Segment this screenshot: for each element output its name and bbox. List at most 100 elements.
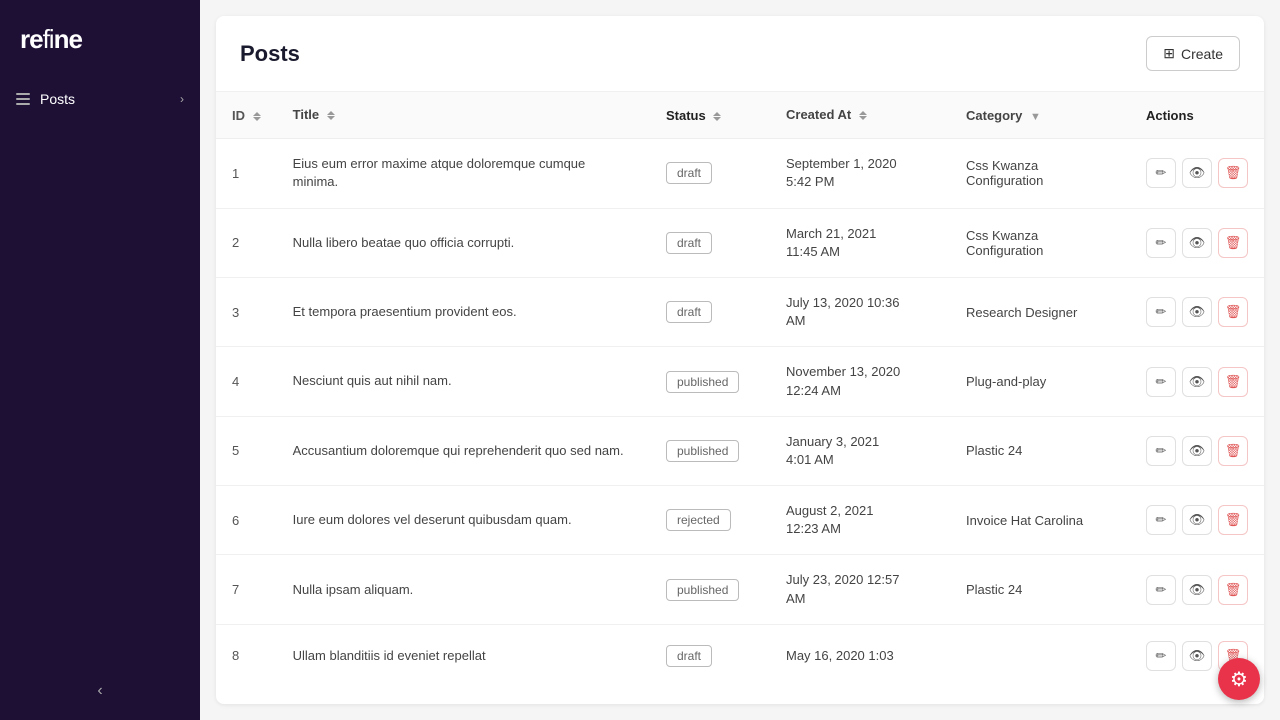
col-header-category[interactable]: Category ▼ [950,92,1130,139]
delete-button[interactable]: 🗑 [1218,367,1248,397]
cell-status: published [650,416,770,485]
edit-button[interactable]: ✏ [1146,297,1176,327]
cell-status: draft [650,624,770,687]
table-row: 6 Iure eum dolores vel deserunt quibusda… [216,486,1264,555]
cell-category: Invoice Hat Carolina [950,486,1130,555]
view-button[interactable]: 👁 [1182,158,1212,188]
edit-button[interactable]: ✏ [1146,575,1176,605]
view-button[interactable]: 👁 [1182,367,1212,397]
cell-created-at: March 21, 202111:45 AM [770,208,950,277]
status-badge: draft [666,301,712,323]
cell-actions: ✏ 👁 🗑 [1130,486,1264,555]
col-header-title[interactable]: Title [277,92,650,139]
settings-fab-button[interactable]: ⚙ [1218,658,1260,700]
view-button[interactable]: 👁 [1182,641,1212,671]
cell-category: Plastic 24 [950,416,1130,485]
cell-id: 1 [216,139,277,208]
cell-created-at: August 2, 202112:23 AM [770,486,950,555]
delete-button[interactable]: 🗑 [1218,158,1248,188]
cell-status: draft [650,208,770,277]
status-badge: draft [666,645,712,667]
cell-id: 5 [216,416,277,485]
edit-button[interactable]: ✏ [1146,158,1176,188]
cell-title: Eius eum error maxime atque doloremque c… [277,139,650,208]
cell-title: Nesciunt quis aut nihil nam. [277,347,650,416]
table-row: 4 Nesciunt quis aut nihil nam. published… [216,347,1264,416]
delete-button[interactable]: 🗑 [1218,575,1248,605]
table-header-row: ID Title Status [216,92,1264,139]
col-header-id[interactable]: ID [216,92,277,139]
sort-icon-id [253,112,261,121]
posts-table: ID Title Status [216,92,1264,687]
delete-button[interactable]: 🗑 [1218,436,1248,466]
sidebar-collapse-button[interactable]: ‹ [0,682,200,700]
view-button[interactable]: 👁 [1182,575,1212,605]
cell-status: published [650,555,770,624]
main-content: Posts ⊞ Create ID [200,0,1280,720]
table-row: 5 Accusantium doloremque qui reprehender… [216,416,1264,485]
collapse-icon: ‹ [97,682,102,700]
cell-title: Nulla libero beatae quo officia corrupti… [277,208,650,277]
cell-category: Plastic 24 [950,555,1130,624]
cell-actions: ✏ 👁 🗑 [1130,555,1264,624]
posts-table-container: ID Title Status [216,92,1264,704]
sort-icon-created [859,111,867,120]
cell-actions: ✏ 👁 🗑 [1130,347,1264,416]
status-badge: published [666,579,739,601]
view-button[interactable]: 👁 [1182,436,1212,466]
view-button[interactable]: 👁 [1182,297,1212,327]
view-button[interactable]: 👁 [1182,228,1212,258]
delete-button[interactable]: 🗑 [1218,505,1248,535]
cell-actions: ✏ 👁 🗑 [1130,416,1264,485]
sidebar-item-posts[interactable]: Posts › [0,79,200,119]
cell-status: draft [650,277,770,346]
cell-category [950,624,1130,687]
edit-button[interactable]: ✏ [1146,436,1176,466]
edit-button[interactable]: ✏ [1146,505,1176,535]
col-header-created-at[interactable]: Created At [770,92,950,139]
sort-icon-status [713,112,721,121]
cell-category: Css Kwanza Configuration [950,208,1130,277]
delete-button[interactable]: 🗑 [1218,228,1248,258]
table-row: 2 Nulla libero beatae quo officia corrup… [216,208,1264,277]
cell-actions: ✏ 👁 🗑 [1130,277,1264,346]
cell-id: 2 [216,208,277,277]
cell-id: 7 [216,555,277,624]
app-logo: refine [0,0,200,79]
page-title: Posts [240,41,300,67]
create-label: Create [1181,46,1223,62]
settings-icon: ⚙ [1230,667,1248,692]
cell-category: Plug-and-play [950,347,1130,416]
cell-title: Iure eum dolores vel deserunt quibusdam … [277,486,650,555]
create-button[interactable]: ⊞ Create [1146,36,1240,71]
edit-button[interactable]: ✏ [1146,228,1176,258]
content-card: Posts ⊞ Create ID [216,16,1264,704]
cell-id: 6 [216,486,277,555]
table-row: 3 Et tempora praesentium provident eos. … [216,277,1264,346]
cell-category: Research Designer [950,277,1130,346]
cell-title: Accusantium doloremque qui reprehenderit… [277,416,650,485]
cell-status: draft [650,139,770,208]
cell-actions: ✏ 👁 🗑 [1130,139,1264,208]
cell-id: 8 [216,624,277,687]
cell-title: Nulla ipsam aliquam. [277,555,650,624]
cell-id: 4 [216,347,277,416]
status-badge: draft [666,232,712,254]
cell-title: Et tempora praesentium provident eos. [277,277,650,346]
create-icon: ⊞ [1163,45,1175,62]
cell-created-at: May 16, 2020 1:03 [770,624,950,687]
cell-status: rejected [650,486,770,555]
table-row: 8 Ullam blanditiis id eveniet repellat d… [216,624,1264,687]
table-row: 1 Eius eum error maxime atque doloremque… [216,139,1264,208]
menu-icon [16,93,30,105]
status-badge: published [666,371,739,393]
edit-button[interactable]: ✏ [1146,367,1176,397]
view-button[interactable]: 👁 [1182,505,1212,535]
page-header: Posts ⊞ Create [216,16,1264,92]
edit-button[interactable]: ✏ [1146,641,1176,671]
status-badge: draft [666,162,712,184]
delete-button[interactable]: 🗑 [1218,297,1248,327]
cell-status: published [650,347,770,416]
col-header-status[interactable]: Status [650,92,770,139]
cell-id: 3 [216,277,277,346]
